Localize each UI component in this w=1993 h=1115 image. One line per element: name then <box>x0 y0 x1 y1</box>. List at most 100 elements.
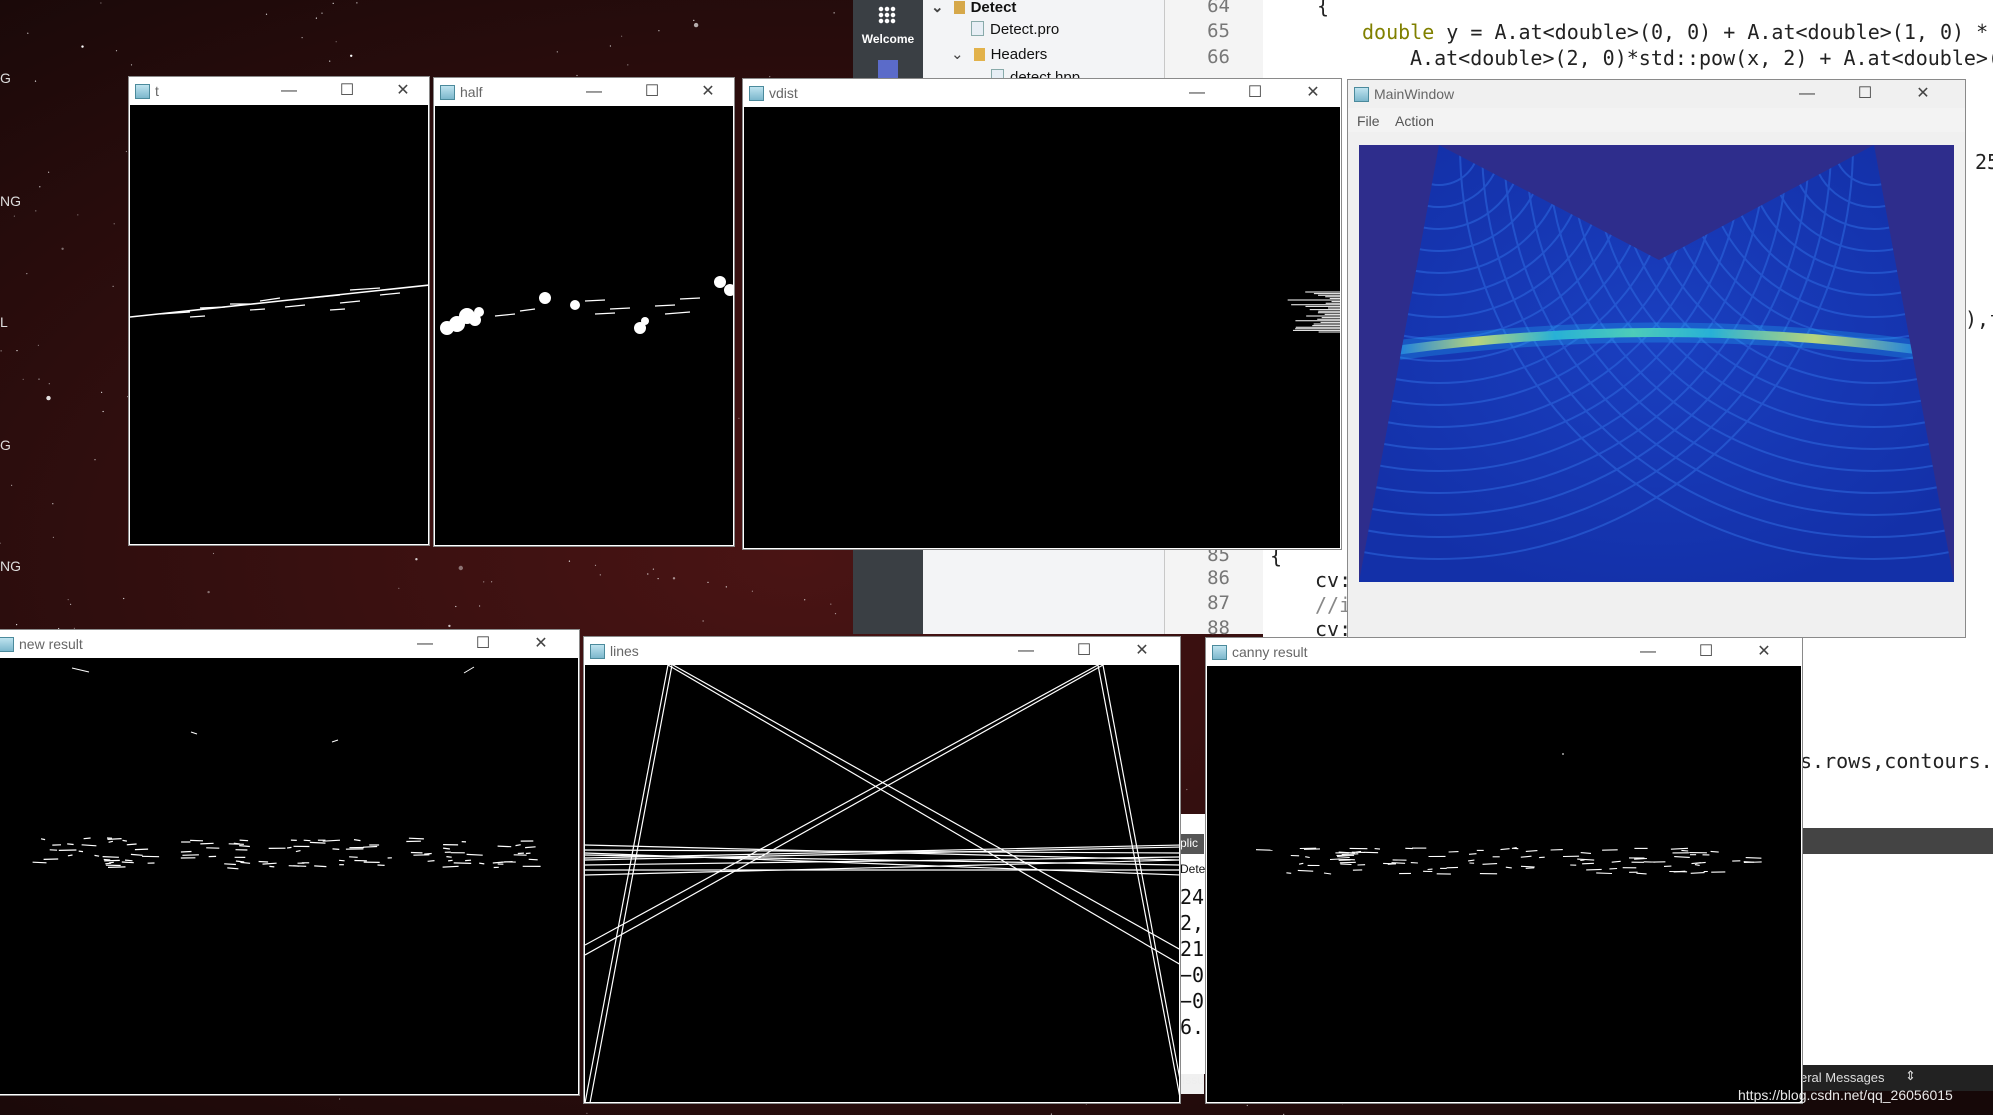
output-value: 21 <box>1180 937 1205 961</box>
edge-segment <box>1520 855 1532 858</box>
close-button[interactable]: ✕ <box>698 82 718 102</box>
edge-segment <box>122 839 127 842</box>
edge-segment <box>363 845 378 848</box>
minimize-button[interactable]: — <box>279 81 299 101</box>
star <box>833 12 835 14</box>
maximize-button[interactable]: ☐ <box>1855 84 1875 104</box>
star <box>212 552 215 555</box>
close-button[interactable]: ✕ <box>1132 641 1152 661</box>
star <box>52 536 55 539</box>
line-number: 64 <box>1207 0 1230 17</box>
star <box>693 22 699 28</box>
window-titlebar[interactable]: MainWindow — ☐ ✕ <box>1348 80 1965 108</box>
edge-segment <box>1341 853 1359 856</box>
star <box>39 186 41 188</box>
edge-segment <box>121 861 134 864</box>
code-fragment: 25 <box>1975 150 1993 174</box>
edge-segment <box>40 838 46 841</box>
welcome-mode-button[interactable]: Welcome <box>853 0 923 56</box>
menu-action[interactable]: Action <box>1395 113 1434 129</box>
edit-mode-icon[interactable] <box>878 60 898 78</box>
close-button[interactable]: ✕ <box>1754 642 1774 662</box>
tree-item-project[interactable]: ⌄ Detect <box>931 0 1016 16</box>
output-value: 6. <box>1180 1015 1205 1039</box>
minimize-button[interactable]: — <box>584 82 604 102</box>
maximize-button[interactable]: ☐ <box>1074 641 1094 661</box>
edge-segment <box>1674 856 1690 858</box>
tree-item-label: Detect.pro <box>990 21 1060 38</box>
window-titlebar[interactable]: vdist — ☐ ✕ <box>743 79 1341 107</box>
close-button[interactable]: ✕ <box>531 634 551 654</box>
star <box>609 45 612 47</box>
maximize-button[interactable]: ☐ <box>337 81 357 101</box>
tree-item-file[interactable]: Detect.pro <box>971 21 1059 38</box>
folder-icon <box>973 48 985 61</box>
edge-segment <box>309 841 326 844</box>
maximize-button[interactable]: ☐ <box>1245 83 1265 103</box>
file-icon <box>971 21 984 36</box>
issues-tab-fragment[interactable]: Issu <box>1182 1073 1204 1087</box>
edge-segment <box>107 838 122 840</box>
app-icon <box>590 644 605 659</box>
window-titlebar[interactable]: half — ☐ ✕ <box>434 78 734 106</box>
histogram-image <box>1287 291 1340 333</box>
close-button[interactable]: ✕ <box>1303 83 1323 103</box>
star <box>46 395 51 401</box>
edge-segment <box>103 858 111 861</box>
output-value: −0 <box>1180 963 1205 987</box>
image-canvas <box>435 106 733 545</box>
window-titlebar[interactable]: canny result — ☐ ✕ <box>1206 638 1802 666</box>
star <box>751 590 754 592</box>
edge-segment <box>126 843 137 846</box>
star <box>556 51 558 53</box>
star <box>702 620 704 622</box>
watermark-url: https://blog.csdn.net/qq_26056015 <box>1738 1087 1953 1103</box>
star <box>16 350 18 352</box>
minimize-button[interactable]: — <box>415 634 435 654</box>
tree-item-folder[interactable]: ⌄ Headers <box>951 45 1047 63</box>
star <box>491 581 493 583</box>
desktop-label-fragment: L <box>0 314 8 330</box>
edge-segment <box>1577 858 1595 861</box>
window-titlebar[interactable]: new result — ☐ ✕ <box>0 630 579 658</box>
star <box>738 417 740 419</box>
window-titlebar[interactable]: lines — ☐ ✕ <box>584 637 1180 665</box>
star <box>37 344 40 346</box>
edge-segment <box>1329 858 1340 861</box>
minimize-button[interactable]: — <box>1187 83 1207 103</box>
edge-segment <box>424 852 432 855</box>
maximize-button[interactable]: ☐ <box>473 634 493 654</box>
minimize-button[interactable]: — <box>1638 642 1658 662</box>
line-number: 87 <box>1207 592 1230 614</box>
edge-segment <box>239 839 249 842</box>
star <box>13 215 15 217</box>
image-canvas <box>1207 666 1801 1102</box>
minimize-button[interactable]: — <box>1797 84 1817 104</box>
canny-edge-image <box>1255 753 1762 875</box>
edge-segment <box>295 850 301 853</box>
window-mainwindow: MainWindow — ☐ ✕ File Action <box>1347 79 1966 638</box>
desktop-label-fragment: G <box>0 437 11 453</box>
edge-segment <box>1694 864 1700 866</box>
window-titlebar[interactable]: t — ☐ ✕ <box>129 77 429 105</box>
edge-segment <box>332 848 340 850</box>
star <box>647 573 649 575</box>
star <box>725 586 727 588</box>
minimize-button[interactable]: — <box>1016 641 1036 661</box>
close-button[interactable]: ✕ <box>393 81 413 101</box>
hough-lines-image <box>585 665 1179 1102</box>
star <box>102 410 104 413</box>
maximize-button[interactable]: ☐ <box>1696 642 1716 662</box>
edge-segment <box>427 860 435 862</box>
updown-icon: ⇕ <box>1905 1068 1916 1083</box>
maximize-button[interactable]: ☐ <box>642 82 662 102</box>
edge-segment <box>1468 859 1475 862</box>
star <box>693 19 695 21</box>
star <box>35 210 37 212</box>
output-tab-fragment: plic <box>1180 834 1204 854</box>
close-button[interactable]: ✕ <box>1913 84 1933 104</box>
star <box>265 13 268 15</box>
code-keyword: double <box>1362 20 1435 44</box>
menu-file[interactable]: File <box>1357 113 1380 129</box>
star <box>658 30 660 32</box>
